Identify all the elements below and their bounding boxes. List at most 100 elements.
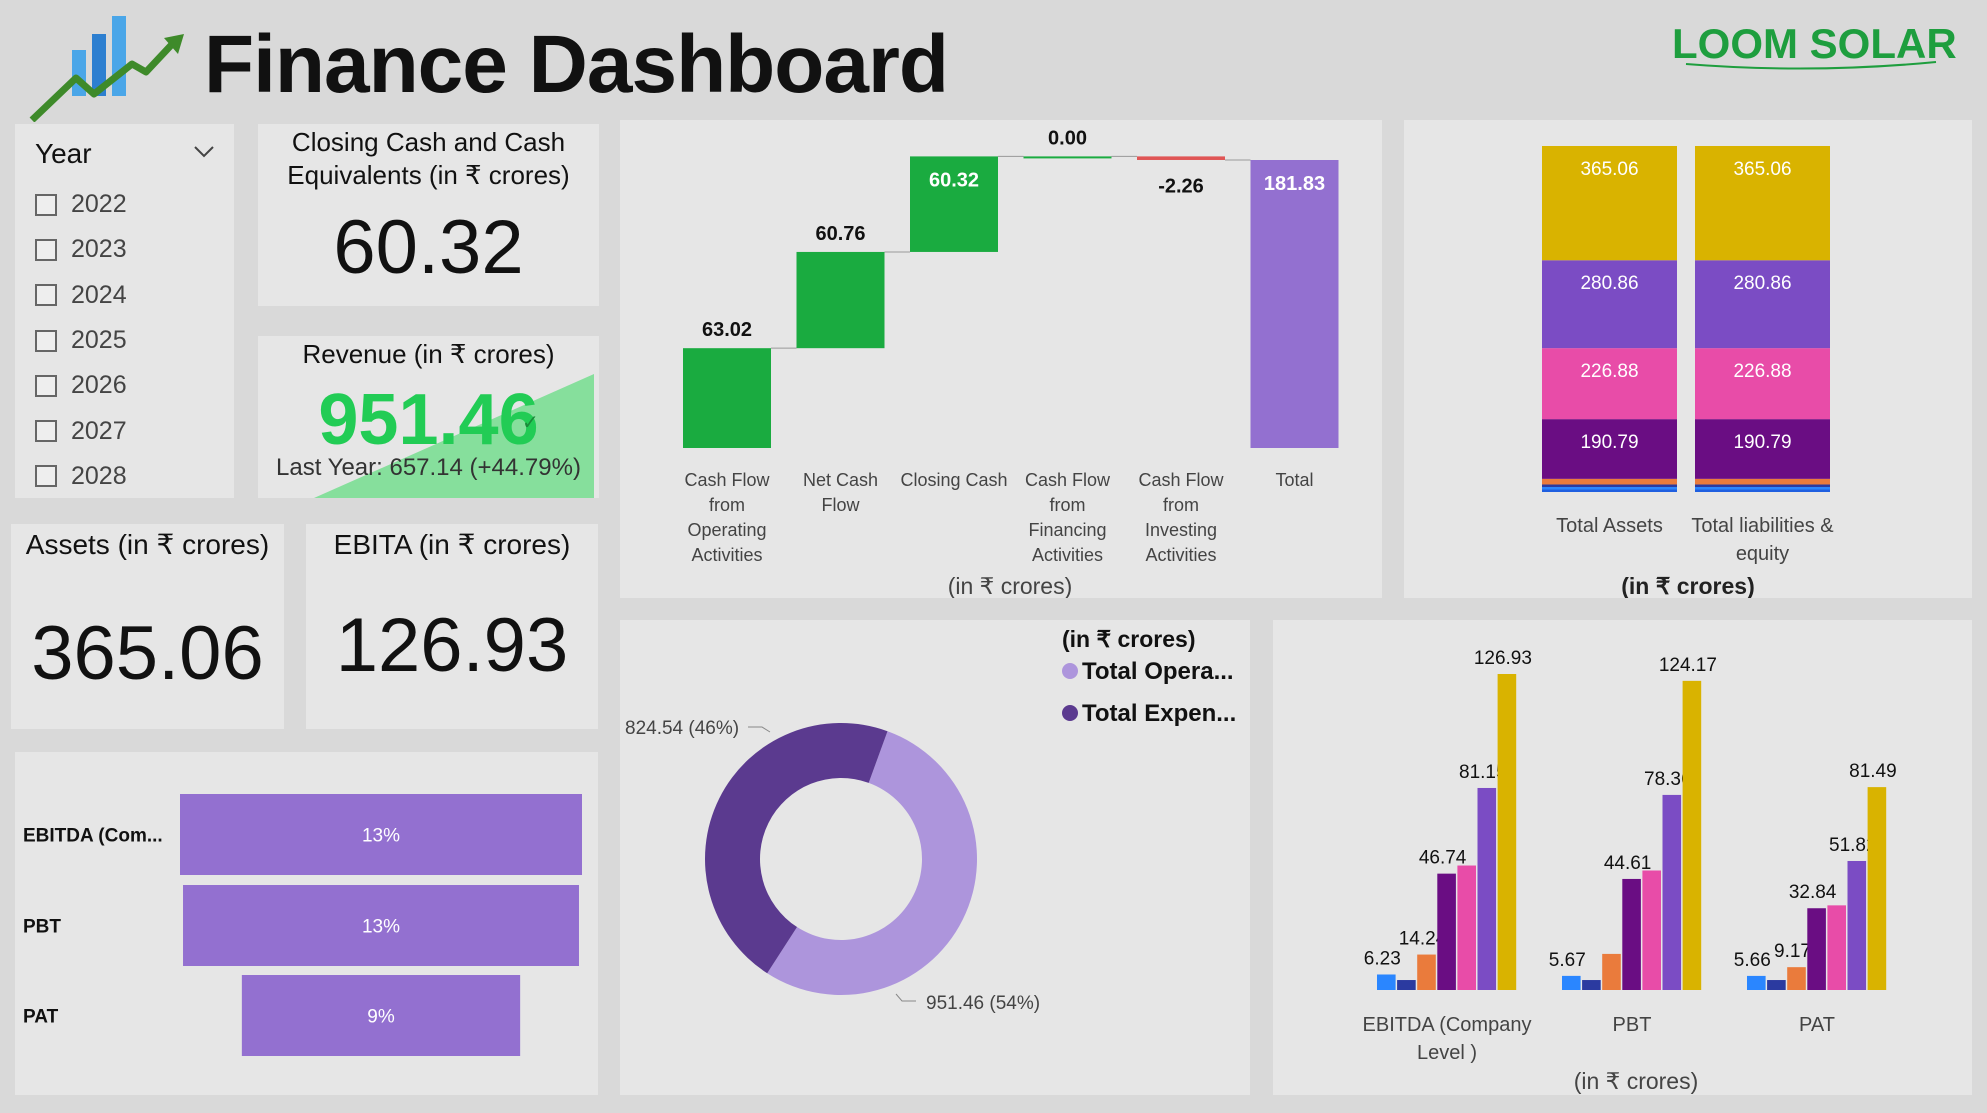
checkbox[interactable] (35, 329, 57, 352)
data-label: 63.02 (702, 319, 752, 341)
profit-clustered-card: 6.23 14.24 46.74 81.15 126.93 EBITDA (Company… (1273, 620, 1972, 1095)
stacked-segment (1695, 484, 1830, 487)
cluster-bar (1807, 908, 1826, 990)
category-label: Financing (1028, 520, 1106, 540)
data-label: 280.86 (1580, 273, 1638, 294)
data-label: 951.46 (54%) (926, 993, 1040, 1014)
year-option[interactable]: 2027 (35, 408, 127, 453)
category-label: Cash Flow (684, 470, 770, 490)
axis-title: (in ₹ crores) (948, 573, 1073, 598)
trend-check-icon: ✓ (522, 412, 539, 434)
category-label: Cash Flow (1025, 470, 1111, 490)
checkbox[interactable] (35, 465, 57, 488)
kpi-title: Revenue (in ₹ crores) (302, 339, 555, 369)
category-label: Activities (1032, 545, 1103, 565)
stacked-segment (1542, 486, 1677, 490)
category-label: PBT (1613, 1014, 1652, 1036)
cluster-bar (1642, 870, 1661, 990)
checkbox[interactable] (35, 284, 57, 307)
data-label: 124.17 (1659, 655, 1717, 676)
kpi-value: 951.46 (318, 380, 539, 460)
legend-marker (1062, 663, 1078, 679)
data-label: 126.93 (1474, 648, 1532, 669)
stacked-segment (1542, 348, 1677, 420)
cluster-bar (1437, 873, 1456, 990)
year-label: 2027 (71, 416, 127, 445)
income-expense-donut-card: 951.46 (54%) 824.54 (46%) (in ₹ crores) Tot… (620, 620, 1250, 1095)
data-label: 181.83 (1264, 173, 1325, 195)
data-label: 13% (362, 917, 400, 938)
checkbox[interactable] (35, 193, 57, 216)
category-label: Activities (1145, 545, 1216, 565)
cluster-bar (1602, 953, 1621, 990)
data-label: 226.88 (1733, 361, 1791, 382)
checkbox[interactable] (35, 238, 57, 261)
data-label: 5.66 (1734, 950, 1771, 971)
category-label: PBT (23, 917, 61, 938)
margin-funnel-card: 13% EBITDA (Com... 13% PBT 9% PAT (15, 752, 598, 1095)
clustered-bar-chart: 6.2314.2446.7481.15126.93EBITDA (Company… (1363, 648, 1897, 1094)
cluster-bar (1417, 954, 1436, 990)
category-label: from (709, 495, 745, 515)
cluster-bar (1682, 680, 1702, 990)
category-label: Cash Flow (1138, 470, 1224, 490)
cluster-bar (1827, 905, 1846, 990)
kpi-value: 60.32 (333, 205, 524, 290)
data-label: 0.00 (1048, 127, 1087, 149)
assets-card: Assets (in ₹ crores) 365.06 (11, 524, 284, 729)
kpi-value: 365.06 (31, 611, 264, 696)
year-slicer[interactable]: Year 2022 2023 2024 2025 2026 2027 2028 (15, 124, 234, 498)
category-label: EBITDA (Com... (23, 826, 163, 847)
category-label: from (1050, 495, 1086, 515)
data-label: 81.49 (1849, 761, 1897, 782)
cluster-bar (1562, 975, 1581, 990)
stacked-segment (1542, 478, 1677, 485)
year-option[interactable]: 2023 (35, 227, 127, 272)
data-label: 190.79 (1580, 432, 1638, 453)
stacked-segment (1695, 348, 1830, 420)
stacked-bar-chart: 190.79 226.88 280.86 365.06 Total Assets 190.… (1542, 146, 1834, 599)
data-label: 32.84 (1789, 882, 1837, 903)
assets-liabilities-card: 190.79 226.88 280.86 365.06 Total Assets 190.… (1404, 120, 1972, 599)
year-option[interactable]: 2024 (35, 273, 127, 318)
data-label: 365.06 (1733, 159, 1791, 180)
cluster-bar (1477, 787, 1497, 990)
cluster-bar (1847, 860, 1867, 990)
stacked-segment (1542, 484, 1677, 487)
waterfall-bar (683, 348, 771, 448)
cluster-bar (1457, 865, 1476, 990)
cluster-bar (1622, 878, 1641, 990)
category-label: Level ) (1417, 1042, 1477, 1064)
axis-title: (in ₹ crores) (1621, 573, 1755, 598)
data-label: -2.26 (1158, 175, 1204, 197)
year-label: 2025 (71, 326, 127, 355)
leader-line (895, 993, 916, 1002)
data-label: 60.32 (929, 169, 979, 191)
checkbox[interactable] (35, 374, 57, 397)
year-option[interactable]: 2026 (35, 363, 127, 408)
slicer-title: Year (35, 138, 92, 169)
donut-chart: 951.46 (54%) 824.54 (46%) (in ₹ crores) Tot… (625, 626, 1236, 1014)
category-label: Activities (691, 545, 762, 565)
year-label: 2028 (71, 461, 127, 490)
data-label: 280.86 (1733, 273, 1791, 294)
kpi-title: Assets (in ₹ crores) (25, 529, 270, 560)
category-label: PAT (1799, 1014, 1835, 1036)
cluster-bar (1397, 980, 1416, 990)
data-label: 13% (362, 826, 400, 847)
funnel-chart: 13% EBITDA (Com... 13% PBT 9% PAT (23, 794, 582, 1056)
stacked-segment (1695, 489, 1830, 492)
checkbox[interactable] (35, 420, 57, 443)
data-label: 60.76 (815, 223, 865, 245)
year-option[interactable]: 2028 (35, 454, 127, 499)
year-option[interactable]: 2022 (35, 182, 127, 227)
data-label: 226.88 (1580, 361, 1638, 382)
finance-logo-icon (29, 16, 184, 122)
chevron-down-icon[interactable] (191, 138, 217, 164)
year-option[interactable]: 2025 (35, 318, 127, 363)
data-label: 824.54 (46%) (625, 718, 739, 739)
cluster-bar (1867, 787, 1887, 990)
kpi-subtext: Last Year: 657.14 (+44.79%) (276, 454, 581, 481)
cluster-bar (1662, 794, 1682, 990)
brand-swoosh-icon (1685, 61, 1937, 70)
